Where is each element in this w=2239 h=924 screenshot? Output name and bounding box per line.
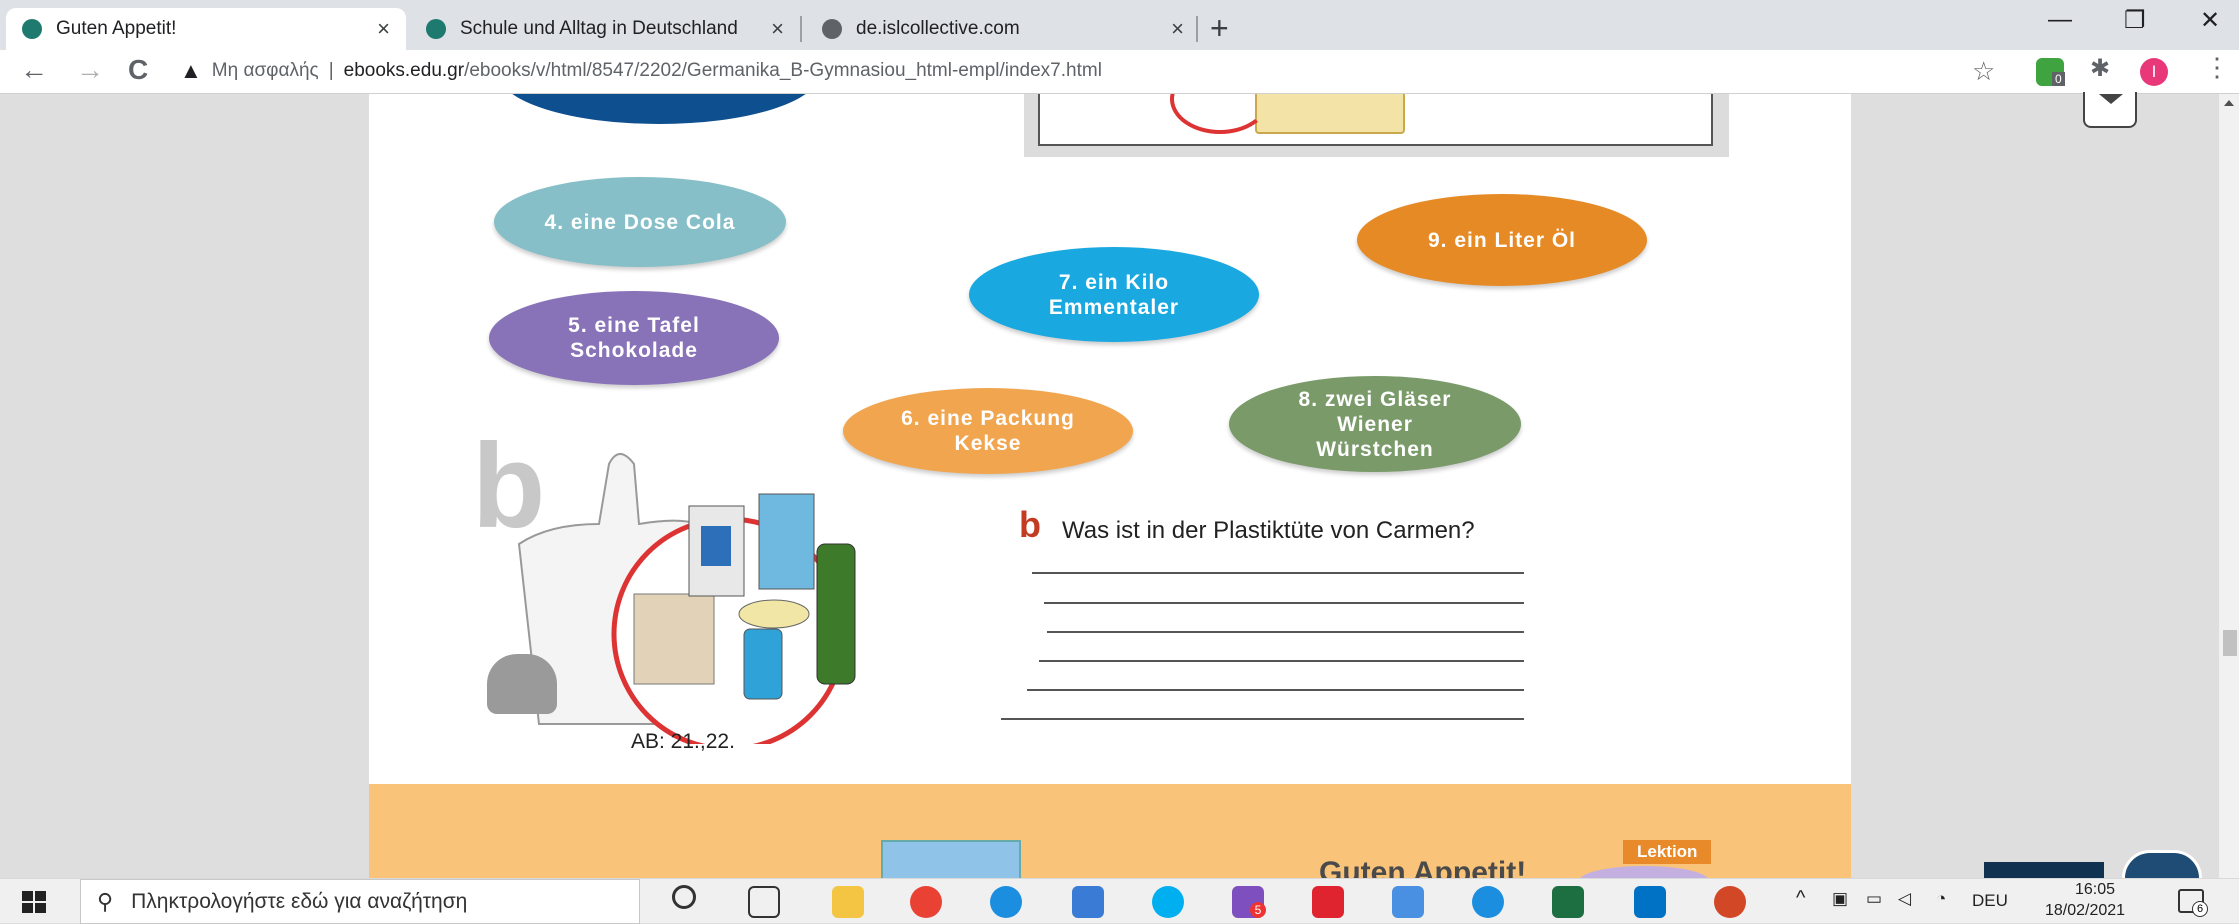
vertical-scrollbar[interactable] — [2219, 94, 2239, 878]
tab-close-icon[interactable]: × — [1171, 16, 1184, 42]
excel-icon[interactable] — [1552, 886, 1584, 918]
cheese-image — [1255, 94, 1405, 134]
url-host: ebooks.edu.gr — [343, 60, 465, 81]
tray-device-icon[interactable]: ▣ — [1832, 889, 1848, 909]
cortana-icon[interactable] — [672, 885, 696, 909]
notes-app-icon[interactable] — [1392, 886, 1424, 918]
edge-icon[interactable] — [990, 886, 1022, 918]
globe-app-icon[interactable] — [1472, 886, 1504, 918]
tab-close-icon[interactable]: × — [771, 16, 784, 42]
tab-separator — [1196, 16, 1198, 42]
restore-button[interactable]: ❐ — [2124, 6, 2146, 35]
tab-guten-appetit[interactable]: Guten Appetit! × — [6, 8, 406, 50]
network-app-icon[interactable] — [1072, 886, 1104, 918]
item-oval-7: 7. ein Kilo Emmentaler — [969, 247, 1259, 342]
item-oval-4: 4. eine Dose Cola — [494, 177, 786, 267]
task-view-icon[interactable] — [748, 886, 780, 918]
windows-taskbar: ⚲ Πληκτρολογήστε εδώ για αναζήτηση 5 ^ ▣… — [0, 878, 2239, 924]
bookmark-star-icon[interactable]: ☆ — [1972, 56, 1995, 87]
lektion-shape — [1579, 866, 1709, 878]
windows-start-icon[interactable] — [22, 891, 46, 913]
minimize-button[interactable]: — — [2048, 6, 2072, 34]
security-label[interactable]: Μη ασφαλής — [212, 60, 319, 82]
search-icon: ⚲ — [97, 888, 114, 914]
tray-expand-icon[interactable]: ^ — [1796, 887, 1805, 910]
site-favicon-icon — [22, 19, 42, 39]
powerpoint-icon[interactable] — [1714, 886, 1746, 918]
item-oval-5: 5. eine Tafel Schokolade — [489, 291, 779, 385]
answer-line[interactable] — [1032, 572, 1524, 574]
corner-banner — [1984, 862, 2104, 878]
image-frame — [1024, 94, 1729, 157]
item-oval-9: 9. ein Liter Öl — [1357, 194, 1647, 286]
ebook-page: 4. eine Dose Cola 5. eine Tafel Schokola… — [369, 94, 1851, 878]
item-oval-8: 8. zwei Gläser Wiener Würstchen — [1229, 376, 1521, 472]
language-indicator[interactable]: DEU — [1972, 891, 2008, 911]
image-box — [1038, 94, 1713, 146]
footer-image — [881, 840, 1021, 878]
wifi-icon[interactable]: ◔ — [1936, 889, 1946, 909]
viber-badge: 5 — [1250, 902, 1266, 918]
answer-line[interactable] — [1001, 718, 1524, 720]
viber-icon[interactable]: 5 — [1232, 886, 1266, 918]
profile-avatar[interactable]: I — [2140, 58, 2168, 86]
warning-icon: ▲ — [180, 58, 202, 83]
address-toolbar: ← → C ▲ Μη ασφαλής | ebooks.edu.gr /eboo… — [0, 50, 2239, 94]
url-bar[interactable]: ▲ Μη ασφαλής | ebooks.edu.gr /ebooks/v/h… — [180, 54, 2040, 88]
back-button[interactable]: ← — [20, 54, 48, 86]
file-explorer-icon[interactable] — [832, 886, 864, 918]
battery-icon[interactable]: ▭ — [1866, 889, 1882, 909]
lektion-label: Lektion — [1623, 840, 1712, 864]
close-window-button[interactable]: ✕ — [2200, 6, 2220, 35]
new-tab-button[interactable]: + — [1210, 10, 1229, 47]
edit-circle-icon[interactable] — [2122, 850, 2202, 878]
tab-separator — [800, 16, 802, 42]
yd-app-icon[interactable] — [1312, 886, 1344, 918]
skype-icon[interactable] — [1152, 886, 1184, 918]
question-letter: b — [1019, 504, 1041, 545]
url-path: /ebooks/v/html/8547/2202/Germanika_B-Gym… — [464, 60, 1102, 81]
scrollbar-thumb[interactable] — [2223, 630, 2237, 656]
chevron-down-icon — [2099, 94, 2123, 104]
notification-icon[interactable]: 6 — [2178, 889, 2208, 917]
scroll-up-icon[interactable] — [2224, 100, 2234, 106]
answer-line[interactable] — [1027, 689, 1524, 691]
search-placeholder: Πληκτρολογήστε εδώ για αναζήτηση — [131, 889, 468, 913]
security-separator: | — [328, 60, 334, 81]
answer-line[interactable] — [1039, 660, 1524, 662]
tab-title: Guten Appetit! — [56, 18, 177, 39]
partial-oval — [499, 94, 819, 124]
extensions-puzzle-icon[interactable]: ✱ — [2090, 54, 2110, 83]
answer-line[interactable] — [1044, 602, 1524, 604]
extension-check-icon[interactable]: 0 — [2036, 58, 2065, 86]
workbook-reference: AB: 21.,22. — [631, 730, 735, 753]
footer-title: Guten Appetit! — [1319, 856, 1527, 878]
site-favicon-icon — [426, 19, 446, 39]
chrome-menu-icon[interactable]: ⋮ — [2204, 52, 2230, 83]
page-nav-dropdown[interactable] — [2083, 92, 2137, 128]
tab-title: de.islcollective.com — [856, 18, 1020, 39]
outlook-icon[interactable] — [1634, 886, 1666, 918]
tab-close-icon[interactable]: × — [377, 16, 390, 42]
forward-button[interactable]: → — [76, 54, 104, 86]
tab-bar: Guten Appetit! × Schule und Alltag in De… — [0, 0, 2239, 50]
mouse-figure-image — [487, 654, 557, 714]
clock-date[interactable]: 18/02/2021 — [2045, 902, 2125, 920]
extension-badge: 0 — [2052, 72, 2065, 86]
globe-icon — [822, 19, 842, 39]
question-text: Was ist in der Plastiktüte von Carmen? — [1062, 517, 1475, 544]
clock-time[interactable]: 16:05 — [2055, 881, 2135, 899]
notification-badge: 6 — [2192, 901, 2208, 917]
taskbar-search-input[interactable]: ⚲ Πληκτρολογήστε εδώ για αναζήτηση — [80, 879, 640, 924]
chrome-icon[interactable] — [910, 886, 942, 918]
tab-islcollective[interactable]: de.islcollective.com × — [806, 8, 1200, 50]
tab-title: Schule und Alltag in Deutschland — [460, 18, 738, 39]
answer-line[interactable] — [1047, 631, 1524, 633]
reload-button[interactable]: C — [128, 54, 148, 86]
volume-icon[interactable]: ◁ — [1898, 889, 1911, 909]
tab-schule-und-alltag[interactable]: Schule und Alltag in Deutschland × — [410, 8, 800, 50]
